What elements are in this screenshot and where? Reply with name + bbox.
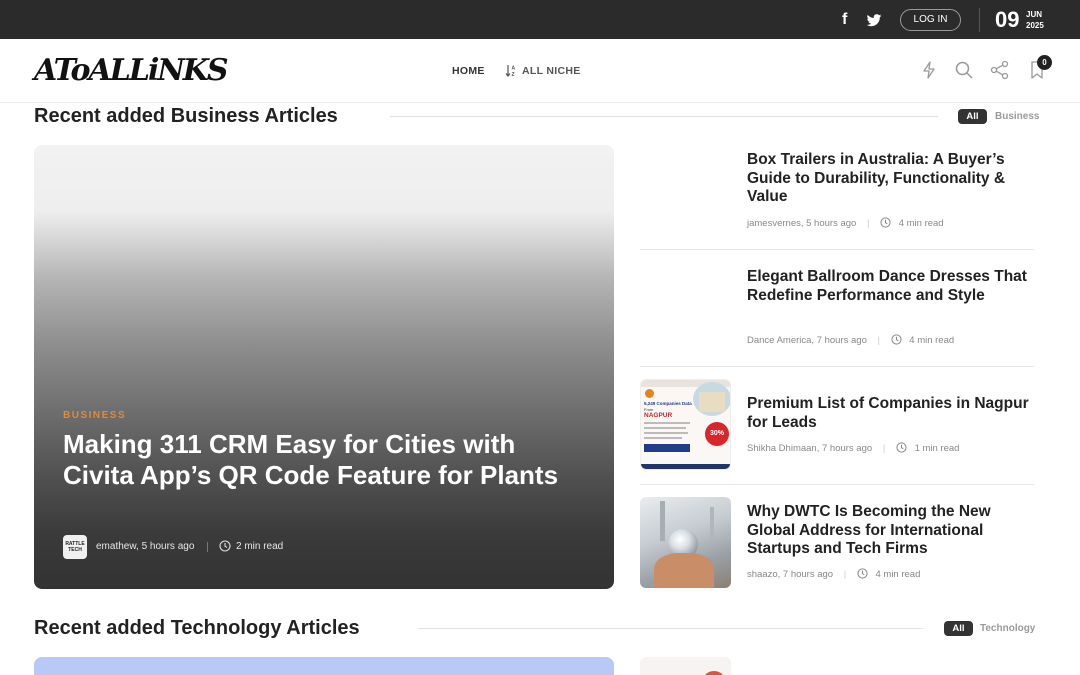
avatar[interactable]: RATTLE TECH <box>63 535 87 559</box>
nav-all-niche[interactable]: ALL NICHE <box>522 65 581 77</box>
meta-divider: | <box>882 443 886 454</box>
facebook-icon[interactable]: f <box>842 11 854 29</box>
section-divider <box>418 628 923 629</box>
featured-article-card[interactable]: BUSINESS Making 311 CRM Easy for Cities … <box>34 145 614 589</box>
list-item[interactable]: Elegant Ballroom Dance Dresses That Rede… <box>640 262 1034 367</box>
filter-technology[interactable]: Technology <box>980 621 1035 636</box>
list-divider <box>640 366 1034 367</box>
article-author-time: Dance America, 7 hours ago <box>747 335 867 346</box>
list-item[interactable]: 5,249 Companies Data From NAGPUR 30% Pre… <box>640 379 1034 485</box>
date-divider <box>979 8 980 32</box>
featured-read-time: 2 min read <box>236 541 284 552</box>
featured-author-time: emathew, 5 hours ago <box>96 541 195 552</box>
flash-icon[interactable] <box>919 60 939 80</box>
nav-home[interactable]: HOME <box>452 65 485 77</box>
search-icon[interactable] <box>954 60 974 80</box>
thumb-discount-badge: 30% <box>705 422 729 446</box>
section-title-business: Recent added Business Articles <box>34 105 338 127</box>
list-item[interactable]: Why DWTC Is Becoming the New Global Addr… <box>640 497 1034 589</box>
share-icon[interactable] <box>990 60 1010 80</box>
clock-icon <box>891 334 902 345</box>
featured-article-card[interactable] <box>34 657 614 675</box>
featured-category[interactable]: BUSINESS <box>63 410 126 421</box>
date-day: 09 <box>995 7 1020 32</box>
article-title[interactable]: Elegant Ballroom Dance Dresses That Rede… <box>747 268 1037 305</box>
article-read-time: 4 min read <box>875 569 921 580</box>
list-item[interactable]: Box Trailers in Australia: A Buyer’s Gui… <box>640 145 1034 250</box>
article-read-time: 4 min read <box>898 218 944 229</box>
featured-title[interactable]: Making 311 CRM Easy for Cities with Civi… <box>63 429 583 491</box>
article-thumbnail[interactable] <box>640 145 731 236</box>
bookmark-count-badge: 0 <box>1037 55 1052 70</box>
article-title[interactable]: Why DWTC Is Becoming the New Global Addr… <box>747 503 1037 559</box>
svg-text:A: A <box>512 66 516 72</box>
meta-divider: | <box>843 569 847 580</box>
clock-icon <box>896 442 907 453</box>
filter-all-business[interactable]: All <box>958 109 987 124</box>
article-thumbnail[interactable] <box>640 497 731 588</box>
section-title-technology: Recent added Technology Articles <box>34 617 360 639</box>
clock-icon <box>857 568 868 579</box>
article-title[interactable]: Box Trailers in Australia: A Buyer’s Gui… <box>747 151 1037 207</box>
site-logo[interactable]: AToALLiNKS <box>34 52 229 90</box>
meta-divider: | <box>866 218 870 229</box>
article-thumbnail[interactable] <box>640 262 731 353</box>
svg-text:Z: Z <box>512 72 515 77</box>
date-year: 2025 <box>1026 21 1044 30</box>
filter-all-technology[interactable]: All <box>944 621 973 636</box>
filter-business[interactable]: Business <box>995 109 1039 124</box>
article-meta: Shikha Dhimaan, 7 hours ago | 1 min read <box>747 442 959 454</box>
thumb-city-text: NAGPUR <box>644 412 673 419</box>
article-author-time: jamesvernes, 5 hours ago <box>747 218 857 229</box>
list-divider <box>640 249 1034 250</box>
article-meta: shaazo, 7 hours ago | 4 min read <box>747 568 920 580</box>
sort-icon: A Z <box>505 65 516 77</box>
article-author-time: Shikha Dhimaan, 7 hours ago <box>747 443 873 454</box>
article-title[interactable]: Premium List of Companies in Nagpur for … <box>747 395 1037 432</box>
twitter-icon[interactable] <box>866 11 882 29</box>
top-bar: f LOG IN 09 JUN 2025 <box>0 0 1080 39</box>
article-thumbnail[interactable] <box>640 657 731 675</box>
main-header: AToALLiNKS HOME A Z ALL NICHE 0 <box>0 39 1080 103</box>
article-read-time: 1 min read <box>914 443 960 454</box>
article-meta: Dance America, 7 hours ago | 4 min read <box>747 334 954 346</box>
list-divider <box>640 484 1034 485</box>
section-divider <box>390 116 938 117</box>
date-month: JUN <box>1026 10 1043 19</box>
article-read-time: 4 min read <box>909 335 955 346</box>
clock-icon <box>880 217 891 228</box>
clock-icon <box>219 540 231 552</box>
article-meta: jamesvernes, 5 hours ago | 4 min read <box>747 217 944 229</box>
meta-divider: | <box>877 335 880 346</box>
login-button[interactable]: LOG IN <box>900 9 961 31</box>
thumb-count-text: 5,249 Companies Data <box>644 401 692 406</box>
article-thumbnail[interactable]: 5,249 Companies Data From NAGPUR 30% <box>640 379 731 470</box>
article-author-time: shaazo, 7 hours ago <box>747 569 834 580</box>
meta-divider <box>207 542 208 552</box>
